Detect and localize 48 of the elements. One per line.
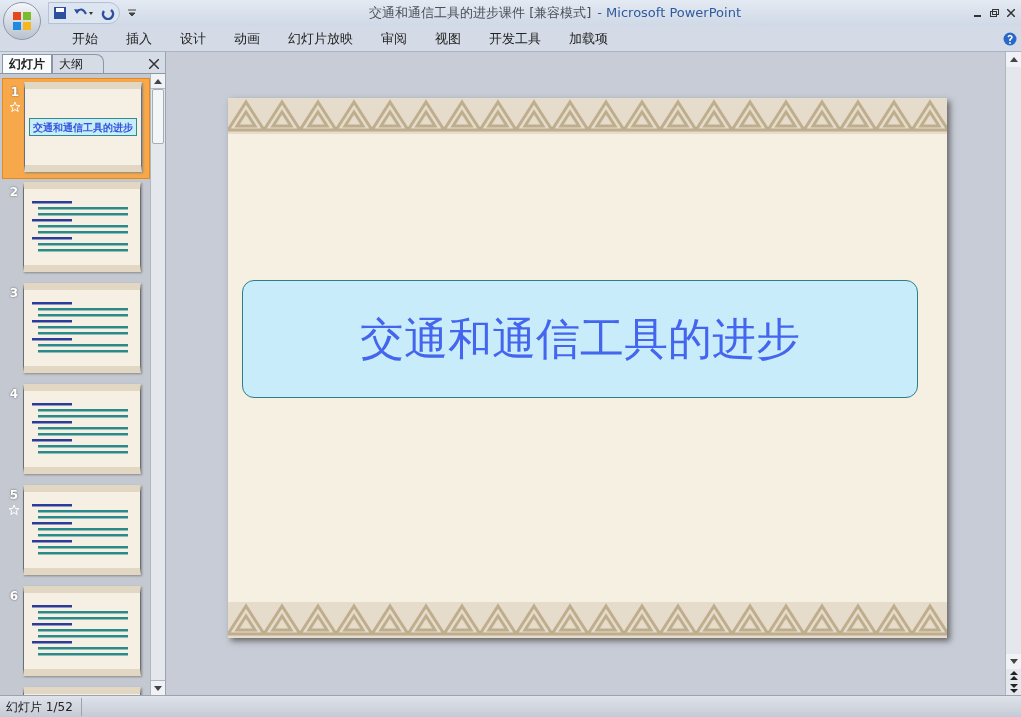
ribbon-tab[interactable]: 开始 — [58, 26, 112, 51]
down-arrow-icon[interactable] — [154, 685, 162, 691]
slide-indicator: 幻灯片 1/52 — [0, 697, 82, 716]
app-title: - Microsoft PowerPoint — [597, 4, 741, 23]
slide-thumbnail[interactable] — [23, 283, 141, 373]
ribbon-tab[interactable]: 开发工具 — [475, 26, 555, 51]
ribbon-tab[interactable]: 幻灯片放映 — [274, 26, 367, 51]
up-arrow-icon[interactable] — [154, 78, 162, 84]
redo-icon[interactable] — [101, 6, 115, 20]
document-title: 交通和通信工具的进步课件 [兼容模式] — [369, 4, 592, 23]
panel-tab[interactable]: 大纲 — [52, 54, 104, 73]
slide-thumbnail[interactable] — [23, 182, 141, 272]
selected-thumbnail-highlight[interactable]: 1 交通和通信工具的进步 — [2, 78, 150, 179]
title-banner[interactable]: 交通和通信工具的进步 — [242, 280, 918, 398]
scrollbar[interactable] — [150, 74, 165, 695]
panel-tab[interactable]: 幻灯片 — [2, 54, 52, 73]
down-arrow-icon[interactable] — [1009, 659, 1018, 664]
slide-number: 2 — [9, 184, 19, 201]
next-slide-icon[interactable] — [1009, 684, 1018, 693]
ribbon-tab[interactable]: 设计 — [166, 26, 220, 51]
ribbon-tab[interactable]: 动画 — [220, 26, 274, 51]
slide-thumbnail[interactable]: 交通和通信工具的进步 — [24, 82, 142, 172]
slide-thumbnail[interactable] — [23, 485, 141, 575]
customize-arrow-icon[interactable] — [128, 9, 136, 17]
ribbon-tab[interactable]: 插入 — [112, 26, 166, 51]
restore-icon[interactable] — [990, 9, 999, 17]
previous-slide-icon[interactable] — [1009, 671, 1018, 680]
ribbon-tab[interactable]: 视图 — [421, 26, 475, 51]
slide-number: 1 — [10, 84, 20, 101]
slide-thumbnail[interactable] — [23, 384, 141, 474]
help-icon[interactable] — [1003, 31, 1017, 46]
slide-thumbnail[interactable] — [23, 586, 141, 676]
slide-number: 4 — [9, 386, 19, 403]
close-icon[interactable] — [1007, 9, 1015, 17]
up-arrow-icon[interactable] — [1009, 57, 1018, 62]
save-icon[interactable] — [53, 6, 67, 20]
ribbon-tab[interactable]: 审阅 — [367, 26, 421, 51]
office-logo-icon — [12, 11, 32, 31]
slide-title: 交通和通信工具的进步 — [360, 312, 800, 366]
close-icon[interactable] — [149, 59, 159, 69]
scrollbar[interactable] — [1005, 52, 1021, 695]
office-button[interactable] — [3, 2, 41, 40]
slide-number: 3 — [9, 285, 19, 302]
scrollbar-thumb[interactable] — [152, 89, 164, 144]
slide-number: 5 — [9, 487, 19, 504]
thumbnail-title: 交通和通信工具的进步 — [33, 120, 133, 135]
slide-number: 6 — [9, 588, 19, 605]
ribbon-tab[interactable]: 加载项 — [555, 26, 622, 51]
